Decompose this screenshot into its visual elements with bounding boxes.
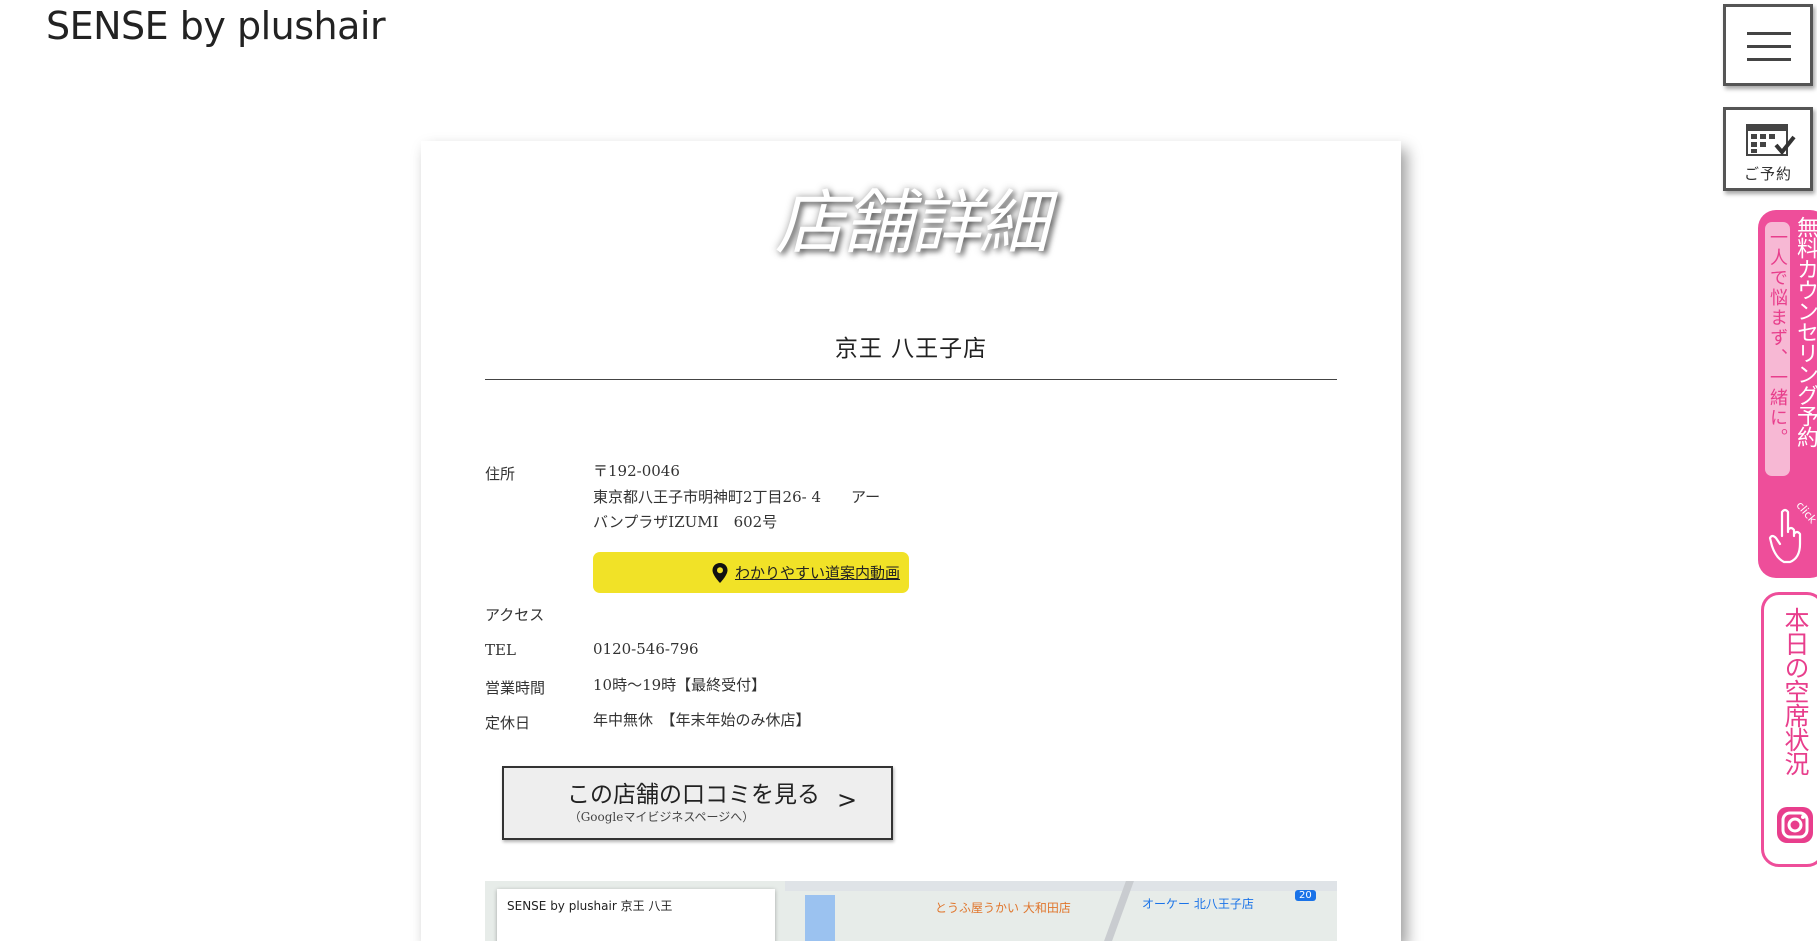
today-vacancy-tab[interactable]: 本日の空席状況 <box>1761 592 1817 867</box>
hand-pointer-icon <box>1768 508 1802 564</box>
chevron-right-icon: > <box>837 786 858 814</box>
reservation-button[interactable]: ご予約 <box>1723 107 1813 191</box>
counseling-tagline-box: 一人で悩まず、一緒に。 <box>1765 222 1790 476</box>
map-card-title: SENSE by plushair 京王 八王 <box>507 899 673 913</box>
review-button-label: この店舗の口コミを見る <box>567 782 820 808</box>
map-road <box>785 881 1337 891</box>
title-divider <box>485 379 1337 380</box>
calendar-check-icon <box>1746 124 1796 156</box>
address-line-1: 東京都八王子市明神町2丁目26- 4 アー <box>593 487 881 506</box>
review-button[interactable]: この店舗の口コミを見る （Googleマイビジネスページへ） > <box>502 766 893 840</box>
hours-value: 10時～19時【最終受付】 <box>593 676 767 694</box>
reservation-label: ご予約 <box>1743 165 1792 183</box>
road-badge: 20 <box>1295 890 1316 901</box>
tel-value[interactable]: 0120-546-796 <box>593 637 699 663</box>
store-detail-card: 店舗詳細 京王 八王子店 住所 〒192-0046 東京都八王子市明神町2丁目2… <box>421 141 1401 941</box>
map-water <box>805 895 835 941</box>
vacancy-label: 本日の空席状況 <box>1781 607 1810 775</box>
map-poi-restaurant: とうふ屋うかい 大和田店 <box>935 901 1071 915</box>
free-counseling-tab[interactable]: 一人で悩まず、一緒に。 無料カウンセリング予約 click <box>1758 210 1817 578</box>
counseling-tagline: 一人で悩まず、一緒に。 <box>1767 228 1788 448</box>
hours-label: 営業時間 <box>485 679 546 697</box>
store-name: 京王 八王子店 <box>834 336 988 362</box>
address-label: 住所 <box>485 465 516 483</box>
counseling-title: 無料カウンセリング予約 <box>1793 216 1817 447</box>
address-value: 〒192-0046 東京都八王子市明神町2丁目26- 4 アー バンプラザIZU… <box>593 459 880 536</box>
map-info-card[interactable]: SENSE by plushair 京王 八王 <box>497 889 775 941</box>
instagram-icon[interactable] <box>1775 805 1815 845</box>
map-poi-store: オーケー 北八王子店 <box>1142 897 1254 911</box>
address-line-2: バンプラザIZUMI 602号 <box>593 513 778 531</box>
holiday-label: 定休日 <box>485 714 531 732</box>
tel-label: TEL <box>485 641 516 659</box>
menu-button[interactable] <box>1723 4 1813 86</box>
review-button-sub: （Googleマイビジネスページへ） <box>568 810 755 824</box>
page-title: 店舗詳細 <box>775 182 1049 264</box>
google-map-embed[interactable]: とうふ屋うかい 大和田店 オーケー 北八王子店 20 SENSE by plus… <box>485 881 1337 941</box>
map-pin-icon <box>711 562 729 584</box>
postal-code: 〒192-0046 <box>593 462 680 480</box>
route-video-button[interactable]: わかりやすい道案内動画 <box>593 552 909 593</box>
access-label: アクセス <box>485 606 545 624</box>
route-video-label: わかりやすい道案内動画 <box>734 564 900 582</box>
holiday-value: 年中無休 【年末年始のみ休店】 <box>593 711 811 729</box>
site-logo[interactable]: SENSE by plushair <box>46 4 386 48</box>
